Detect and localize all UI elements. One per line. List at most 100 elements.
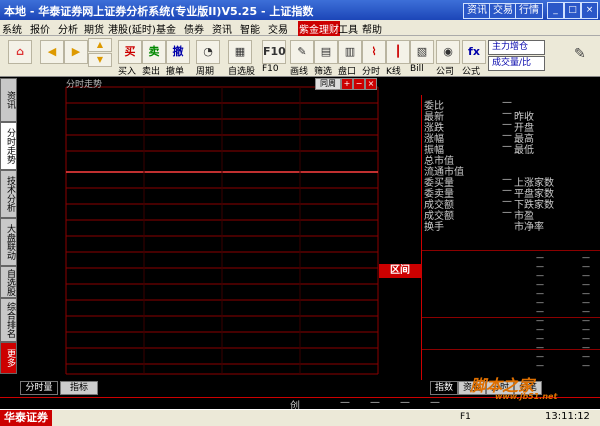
orderbook-value: — [536, 253, 544, 262]
orderbook-value: — [582, 253, 590, 262]
orderbook-value: — [582, 334, 590, 343]
toolbar-button-label: 筛选 [314, 67, 333, 77]
left-tab[interactable]: 资讯 [0, 78, 17, 122]
quote-value: — [502, 97, 512, 108]
chart-title: 分时走势 [66, 80, 103, 90]
toolbar-button-icon[interactable]: ◔ [196, 40, 220, 64]
zoom-out-button[interactable]: − [353, 78, 365, 90]
news-button[interactable]: 资讯 [463, 3, 491, 19]
minimize-button[interactable]: _ [547, 2, 564, 19]
menu-item[interactable]: 债券 [184, 21, 204, 36]
toolbar-button-icon[interactable]: ▧ [410, 40, 434, 64]
zoom-in-button[interactable]: + [341, 78, 353, 90]
menu-item[interactable]: 基金 [156, 21, 176, 36]
orderbook-value: — [582, 325, 590, 334]
menu-item[interactable]: 港股(延时) [108, 21, 156, 36]
toolbar-button-icon[interactable]: ▲ [88, 38, 112, 52]
orderbook-value: — [536, 289, 544, 298]
quote-value: — [502, 108, 512, 119]
toolbar-button-icon[interactable]: ┃ [386, 40, 410, 64]
orderbook-value: — [536, 325, 544, 334]
title-bar: 本地 - 华泰证券网上证券分析系统(专业版II)V5.25 - 上证指数 资讯 … [0, 0, 600, 20]
toolbar-button-icon[interactable]: 撤 [166, 40, 190, 64]
toolbar-button-icon[interactable]: 卖 [142, 40, 166, 64]
left-tab[interactable]: 大盘联动 [0, 218, 17, 266]
tray-label[interactable]: F1 [460, 412, 471, 422]
menu-item[interactable]: 交易 [268, 21, 288, 36]
orderbook-value: — [536, 298, 544, 307]
menu-item[interactable]: 紫金理财 [298, 21, 340, 36]
toolbar-button-icon[interactable]: ◀ [40, 40, 64, 64]
quote-value: — [502, 141, 512, 152]
toolbar-button-icon[interactable]: ✎ [290, 40, 314, 64]
toolbar-button-icon[interactable]: ▦ [228, 40, 252, 64]
maximize-button[interactable]: □ [564, 2, 581, 19]
status-dash: — [430, 397, 440, 408]
orderbook-value: — [536, 262, 544, 271]
quote-value: — [502, 185, 512, 196]
quote-value: — [502, 130, 512, 141]
interval-button[interactable]: 区间 [379, 264, 421, 278]
menu-item[interactable]: 分析 [58, 21, 78, 36]
left-tab[interactable]: 更多 [0, 342, 17, 374]
menu-item[interactable]: 期货 [84, 21, 104, 36]
toolbar-button-label: F10 [262, 64, 279, 74]
toolbar-button-icon[interactable]: 买 [118, 40, 142, 64]
orderbook-value: — [536, 271, 544, 280]
orderbook-value: — [582, 280, 590, 289]
toolbar-button-label: 买入 [118, 67, 137, 77]
toolbar: ⌂ ◀ ▶ ▲ ▼ 买买入卖卖出撤撤单 ◔ 周期 ▦ 自选股 F10 F10 ✎ 画线 ▤ 筛选 ▥ 盘口 ⌇ 分时 ┃… [0, 36, 600, 77]
bottom-tab[interactable]: 指数 [430, 381, 458, 395]
pin-icon[interactable]: ✎ [574, 46, 586, 62]
toolbar-button-icon[interactable]: ▤ [314, 40, 338, 64]
indicator-dropdown[interactable]: 主力增仓 [488, 40, 545, 55]
close-chart-button[interactable]: × [365, 78, 377, 90]
toolbar-button-label: 卖出 [142, 67, 161, 77]
menu-item[interactable]: 报价 [30, 21, 50, 36]
toolbar-button-icon[interactable]: ⌇ [362, 40, 386, 64]
intraday-chart[interactable] [17, 77, 379, 380]
indicator-dropdown[interactable]: 成交量/比 [488, 56, 545, 71]
quote-label: 换手 [424, 222, 444, 233]
left-tab[interactable]: 自选股 [0, 266, 17, 298]
orderbook-value: — [582, 271, 590, 280]
toolbar-button-icon[interactable]: F10 [262, 40, 286, 64]
toolbar-button-icon[interactable]: ▥ [338, 40, 362, 64]
orderbook-value: — [582, 298, 590, 307]
toolbar-button-label: 公司 [436, 67, 455, 77]
left-tab[interactable]: 分时走势 [0, 122, 17, 170]
quote-label: 市净率 [514, 222, 544, 233]
orderbook-value: — [582, 289, 590, 298]
menu-item[interactable]: 资讯 [212, 21, 232, 36]
period-button[interactable]: 同周 [315, 78, 341, 90]
bottom-tab[interactable]: 指标 [60, 381, 98, 395]
menu-item[interactable]: 工具 [338, 21, 358, 36]
toolbar-button-icon[interactable]: fx [462, 40, 486, 64]
status-dash: — [340, 397, 350, 408]
toolbar-button-icon[interactable]: ▶ [64, 40, 88, 64]
menu-item[interactable]: 帮助 [362, 21, 382, 36]
quote-value: — [502, 119, 512, 130]
status-dash: — [400, 397, 410, 408]
toolbar-button-icon[interactable]: ◉ [436, 40, 460, 64]
toolbar-button-icon[interactable]: ▼ [88, 53, 112, 67]
status-dash: — [370, 397, 380, 408]
menu-bar: 系统 报价 分析 期货 港股(延时) 基金 债券 资讯 智能 交易 紫金理财 工具 帮助 [0, 20, 600, 36]
trade-button[interactable]: 交易 [489, 3, 517, 19]
left-tab[interactable]: 技术分析 [0, 170, 17, 218]
menu-item[interactable]: 系统 [2, 21, 22, 36]
toolbar-button-label: 画线 [290, 67, 309, 77]
bottom-tab[interactable]: 分时量 [20, 381, 58, 395]
close-button[interactable]: × [581, 2, 598, 19]
menu-item[interactable]: 智能 [240, 21, 260, 36]
toolbar-button-icon[interactable]: ⌂ [8, 40, 32, 64]
toolbar-button-label: 撤单 [166, 67, 185, 77]
clock: 13:11:12 [545, 411, 590, 422]
market-button[interactable]: 行情 [515, 3, 543, 19]
brand-label: 华泰证券 [0, 410, 52, 426]
toolbar-button-label: 公式 [462, 67, 481, 77]
orderbook-value: — [536, 361, 544, 370]
toolbar-button-label: K线 [386, 67, 401, 77]
orderbook-value: — [536, 280, 544, 289]
left-tab[interactable]: 综合排名 [0, 298, 17, 342]
